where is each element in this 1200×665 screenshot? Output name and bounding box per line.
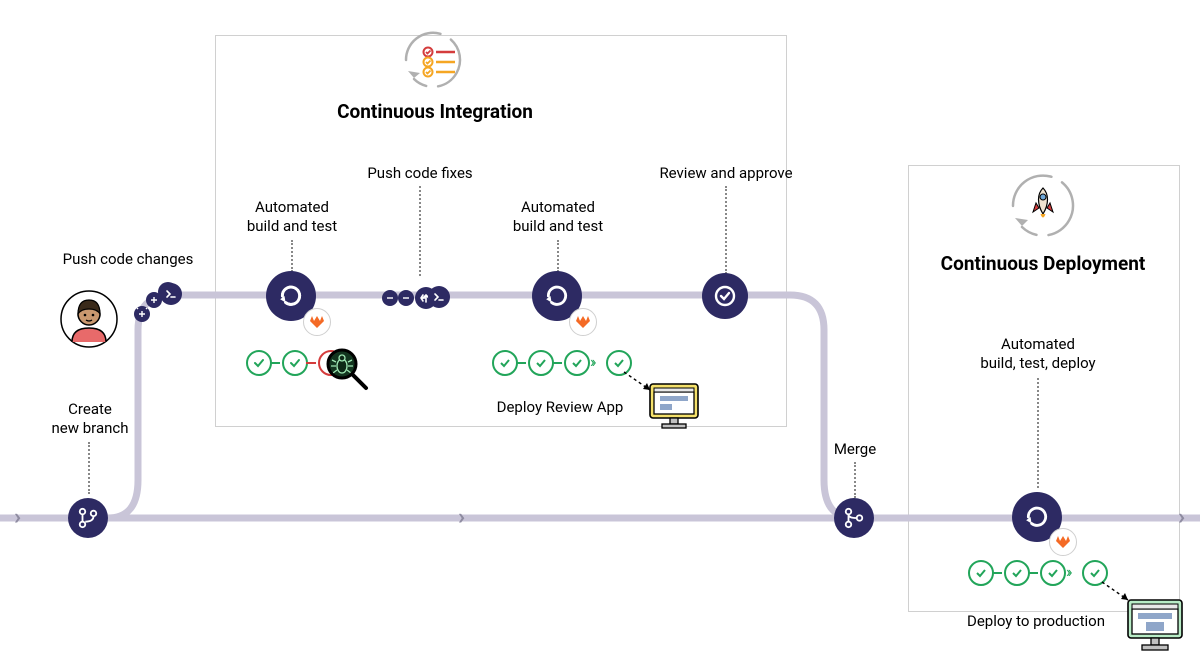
git-branch-icon (77, 507, 99, 529)
gitlab-badge-icon (569, 308, 597, 336)
user-avatar (60, 290, 118, 352)
approve-node (702, 273, 748, 319)
pipeline-connector (552, 362, 562, 364)
pipeline-pass-icon (282, 350, 308, 376)
review-approve-label: Review and approve (646, 164, 806, 183)
create-branch-label: Create new branch (40, 400, 140, 438)
dotted-connector (291, 240, 293, 272)
pipeline-connector (306, 362, 316, 364)
pipeline-connector (516, 362, 526, 364)
push-changes-label: Push code changes (48, 250, 208, 269)
merge-label: Merge (825, 440, 885, 459)
cycle-icon (278, 283, 304, 309)
terminal-icon (160, 283, 182, 305)
diagram-canvas: Continuous Integration Continuous Deploy… (0, 0, 1200, 665)
cycle-icon (544, 283, 570, 309)
pipeline-connector (1028, 572, 1038, 574)
pipeline-connector (992, 572, 1002, 574)
push-fixes-label: Push code fixes (350, 164, 490, 183)
terminal-icon (428, 286, 450, 308)
pipeline-pass-icon (246, 350, 272, 376)
flow-chevron-icon: ›› (458, 505, 459, 530)
pipeline-deploy-chevron-icon: ›› (590, 352, 594, 371)
pipeline-deploy-chevron-icon: ›› (1066, 562, 1070, 581)
git-merge-icon (843, 507, 865, 529)
dotted-connector (419, 186, 421, 276)
deploy-review-label: Deploy Review App (480, 398, 640, 417)
production-computer-icon (1122, 596, 1188, 658)
pipeline-pass-icon (968, 560, 994, 586)
flow-chevron-icon: ›› (14, 505, 15, 530)
dotted-connector (725, 186, 727, 274)
pipeline-pass-icon (1040, 560, 1066, 586)
ci-build-test-1-label: Automated build and test (232, 198, 352, 236)
review-app-computer-icon (644, 380, 704, 436)
ci-build-test-2-label: Automated build and test (498, 198, 618, 236)
pipeline-pass-icon (1004, 560, 1030, 586)
dotted-connector (88, 442, 90, 494)
dotted-connector (1037, 378, 1039, 488)
cd-build-test-deploy-label: Automated build, test, deploy (958, 335, 1118, 373)
flow-chevron-icon: ›› (1178, 505, 1179, 530)
approve-check-icon (713, 284, 737, 308)
pipeline-pass-icon (528, 350, 554, 376)
pipeline-pass-icon (564, 350, 590, 376)
merge-node (834, 498, 874, 538)
pipeline-connector (270, 362, 280, 364)
gitlab-badge-icon (1049, 528, 1077, 556)
cycle-icon (1024, 504, 1050, 530)
dotted-connector (854, 462, 856, 498)
branch-node (68, 498, 108, 538)
bug-magnifier-icon (322, 344, 372, 398)
pipeline-pass-icon (492, 350, 518, 376)
deploy-prod-label: Deploy to production (946, 612, 1126, 631)
gitlab-badge-icon (303, 308, 331, 336)
dotted-connector (557, 240, 559, 272)
